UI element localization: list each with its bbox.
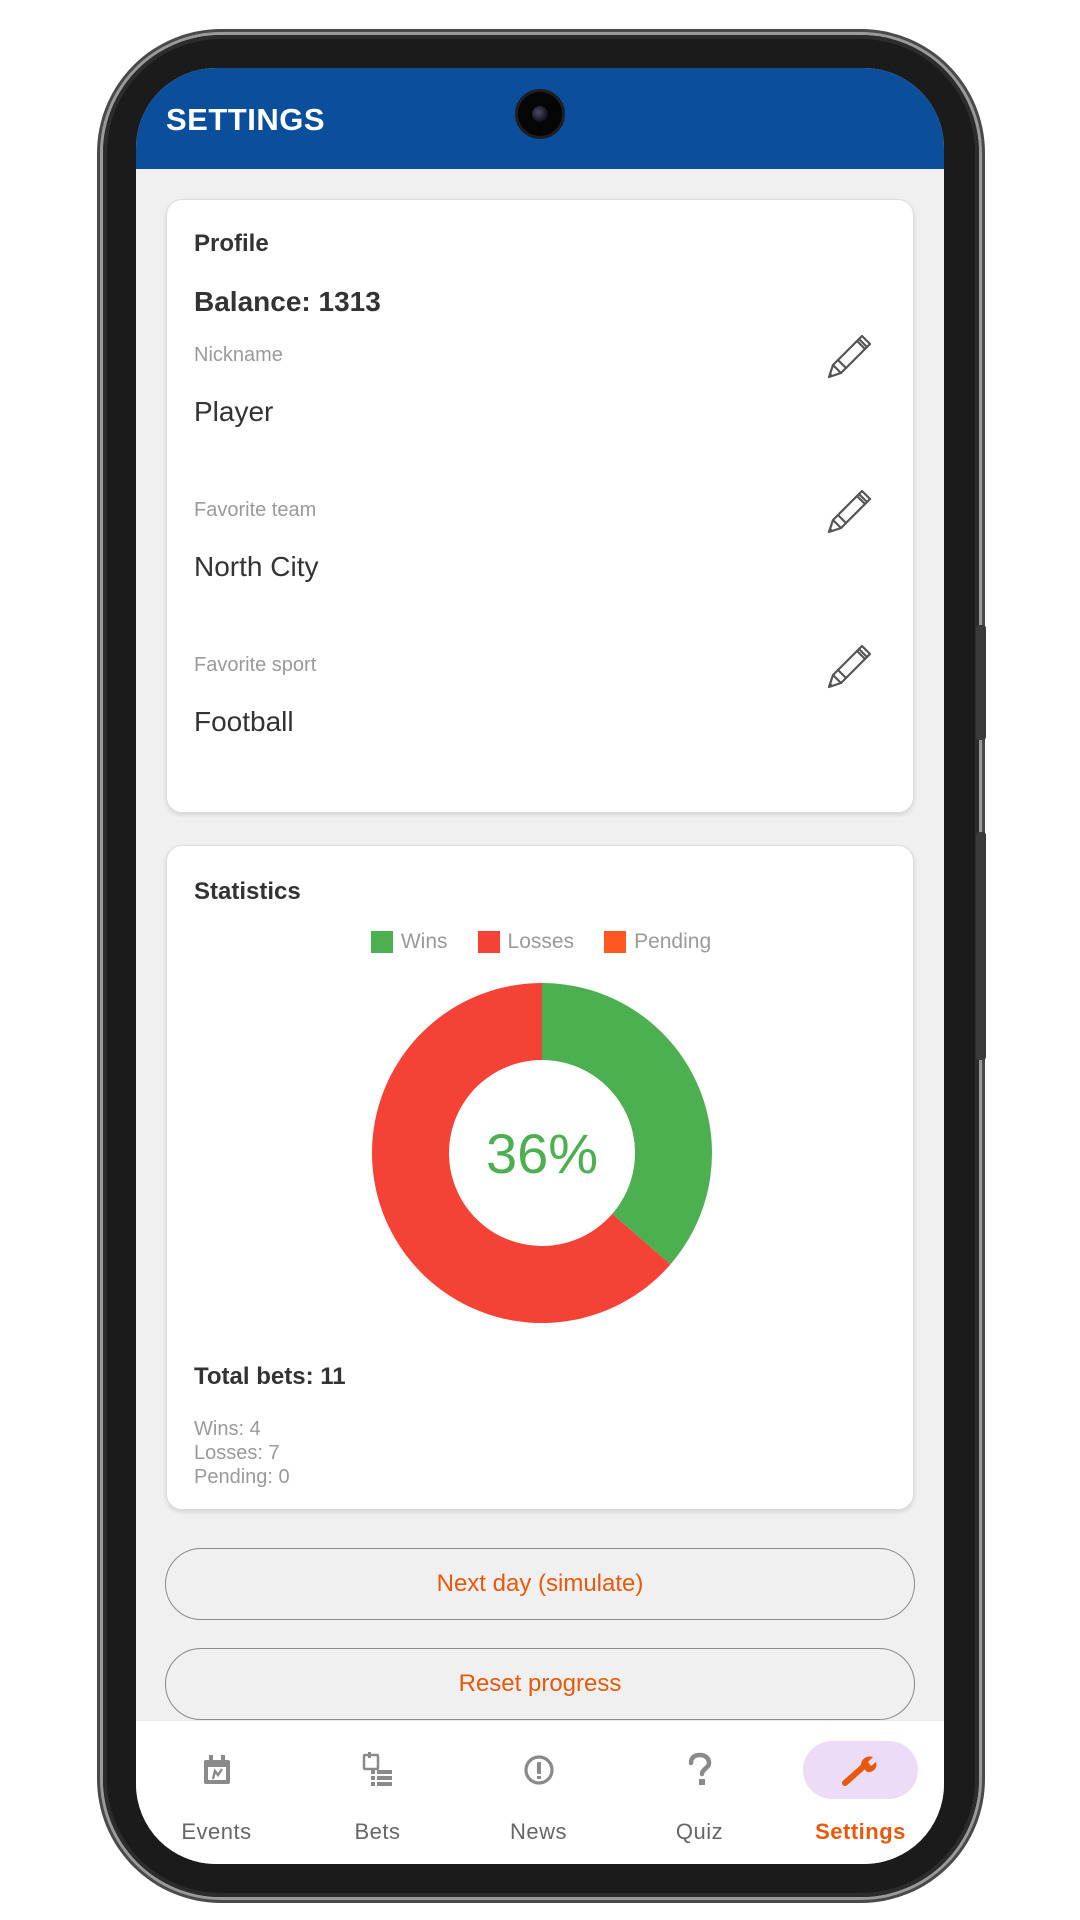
nav-item-events[interactable]: Events bbox=[136, 1721, 297, 1864]
nav-item-news[interactable]: News bbox=[458, 1721, 619, 1864]
chart-legend: Wins Losses Pending bbox=[167, 930, 915, 954]
total-bets: Total bets: 11 bbox=[194, 1363, 346, 1390]
screen: SETTINGS Profile Balance: 1313 Nickname … bbox=[136, 68, 944, 1864]
legend-label-wins: Wins bbox=[400, 930, 448, 953]
donut-chart: 36% bbox=[372, 983, 712, 1323]
profile-card: Profile Balance: 1313 Nickname Player Fa… bbox=[166, 199, 914, 813]
bottom-navigation: Events Bets News Quiz Settings bbox=[136, 1720, 944, 1864]
nav-item-settings[interactable]: Settings bbox=[780, 1721, 941, 1864]
legend-swatch-wins bbox=[370, 931, 393, 953]
question-icon bbox=[688, 1752, 711, 1785]
next-day-button[interactable]: Next day (simulate) bbox=[165, 1548, 915, 1620]
nav-label-bets: Bets bbox=[354, 1819, 401, 1844]
legend-item-pending: Pending bbox=[604, 930, 711, 954]
nav-icon-container bbox=[481, 1741, 596, 1799]
favorite-team-value: North City bbox=[194, 551, 319, 582]
legend-swatch-losses bbox=[477, 931, 500, 953]
nav-icon-container bbox=[642, 1741, 757, 1799]
nav-item-quiz[interactable]: Quiz bbox=[619, 1721, 780, 1864]
pending-count: Pending: 0 bbox=[194, 1466, 290, 1488]
favorite-team-label: Favorite team bbox=[194, 499, 317, 521]
win-rate-label: 36% bbox=[485, 1121, 599, 1185]
wins-count: Wins: 4 bbox=[194, 1418, 261, 1440]
page-title: SETTINGS bbox=[166, 102, 326, 137]
favorite-sport-label: Favorite sport bbox=[194, 654, 317, 676]
nav-item-bets[interactable]: Bets bbox=[297, 1721, 458, 1864]
info-icon bbox=[523, 1755, 554, 1785]
legend-label-pending: Pending bbox=[634, 930, 712, 953]
calendar-icon bbox=[203, 1755, 230, 1784]
app-bar: SETTINGS bbox=[136, 68, 944, 169]
nav-icon-container bbox=[320, 1741, 435, 1799]
balance-label: Balance: 1313 bbox=[194, 286, 381, 317]
statistics-title: Statistics bbox=[194, 878, 301, 905]
legend-item-wins: Wins bbox=[370, 930, 448, 954]
power-button bbox=[976, 832, 986, 1060]
legend-item-losses: Losses bbox=[477, 930, 575, 954]
nav-label-quiz: Quiz bbox=[675, 1819, 724, 1844]
volume-button bbox=[976, 625, 986, 740]
nav-label-events: Events bbox=[181, 1819, 252, 1844]
legend-swatch-pending bbox=[604, 931, 627, 953]
bet-slip-icon bbox=[362, 1752, 392, 1786]
wrench-icon bbox=[841, 1756, 876, 1786]
nickname-value: Player bbox=[194, 396, 274, 427]
nav-icon-container bbox=[159, 1741, 274, 1799]
nickname-label: Nickname bbox=[194, 344, 283, 366]
pencil-icon[interactable] bbox=[824, 485, 876, 537]
losses-count: Losses: 7 bbox=[194, 1442, 280, 1464]
favorite-sport-value: Football bbox=[194, 706, 294, 737]
nav-label-settings: Settings bbox=[815, 1819, 906, 1844]
nav-icon-container bbox=[803, 1741, 918, 1799]
reset-progress-button[interactable]: Reset progress bbox=[165, 1648, 915, 1720]
settings-content[interactable]: Profile Balance: 1313 Nickname Player Fa… bbox=[136, 169, 944, 1790]
nav-label-news: News bbox=[509, 1819, 567, 1844]
profile-title: Profile bbox=[194, 230, 269, 257]
pencil-icon[interactable] bbox=[824, 640, 876, 692]
statistics-card: Statistics Wins Losses Pending 36% Total… bbox=[166, 845, 914, 1510]
front-camera bbox=[515, 89, 565, 139]
pencil-icon[interactable] bbox=[824, 330, 876, 382]
legend-label-losses: Losses bbox=[507, 930, 575, 953]
